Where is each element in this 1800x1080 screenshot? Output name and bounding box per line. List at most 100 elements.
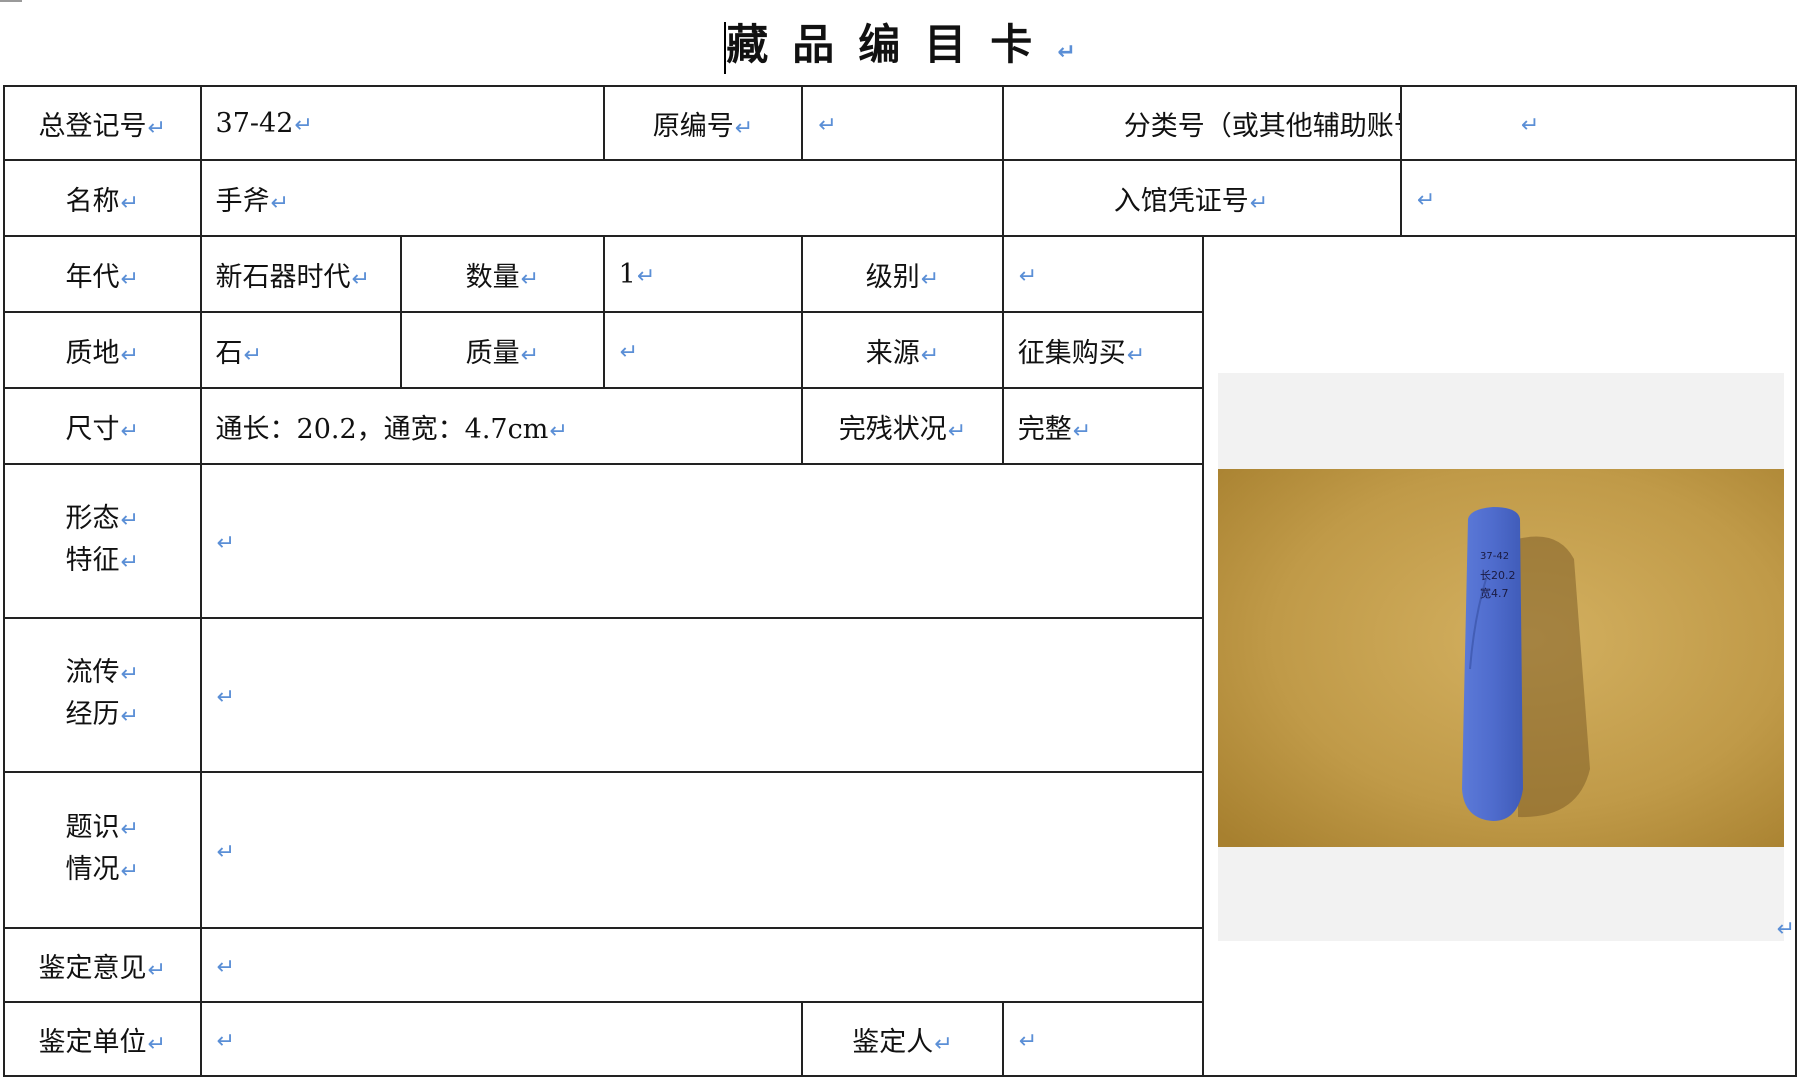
appraisal-unit-label: 鉴定单位	[38, 1026, 147, 1058]
condition-value-cell[interactable]: 完整↵	[1001, 387, 1205, 465]
return-mark: ↵	[549, 418, 568, 444]
appraisal-opinion-value-cell[interactable]: ↵	[199, 927, 1205, 1003]
table-row: 总登记号↵ 37-42↵ 原编号↵ ↵ 分类号（或其他辅助账号）↵ ↵	[3, 85, 1798, 161]
return-mark: ↵	[120, 662, 139, 687]
appraiser-label-cell: 鉴定人↵	[801, 1001, 1004, 1077]
return-mark: ↵	[520, 266, 540, 292]
table-row: 年代↵ 新石器时代↵ 数量↵ 1↵ 级别↵ ↵ 37-42 长20.2 宽4.7…	[3, 235, 1797, 1077]
page-corner-marker	[0, 0, 22, 2]
return-mark: ↵	[1018, 1028, 1038, 1054]
quantity-value: 1	[618, 258, 636, 290]
return-mark: ↵	[636, 263, 656, 289]
return-mark: ↵	[1520, 112, 1540, 138]
return-mark: ↵	[1072, 418, 1092, 444]
return-mark: ↵	[216, 839, 235, 865]
quantity-value-cell[interactable]: 1↵	[602, 235, 804, 313]
provenance-label-cell: 流传↵ 经历↵	[3, 617, 202, 773]
material-label: 质地	[65, 337, 120, 369]
return-mark: ↵	[734, 115, 754, 141]
size-label-cell: 尺寸↵	[3, 387, 202, 465]
material-label-cell: 质地↵	[3, 311, 202, 389]
return-mark: ↵	[243, 342, 262, 368]
return-mark: ↵	[216, 530, 235, 556]
morphology-label-line2: 特征	[65, 545, 120, 576]
title-text: 藏品编目卡	[726, 20, 1057, 69]
grade-label: 级别	[865, 261, 920, 293]
return-mark: ↵	[1776, 917, 1795, 942]
material-value-cell[interactable]: 石↵	[199, 311, 403, 389]
weight-label: 质量	[465, 337, 520, 369]
return-mark: ↵	[818, 112, 837, 138]
return-mark: ↵	[920, 342, 940, 368]
quantity-label-cell: 数量↵	[400, 235, 605, 313]
inscription-line-2: 长20.2	[1480, 569, 1516, 582]
inscriptions-value-cell[interactable]: ↵	[199, 771, 1205, 929]
return-mark: ↵	[120, 342, 139, 368]
artifact-photo-frame: 37-42 长20.2 宽4.7	[1218, 373, 1785, 941]
entry-voucher-label-cell: 入馆凭证号↵	[1001, 159, 1402, 237]
provenance-value-cell[interactable]: ↵	[199, 617, 1205, 773]
weight-value-cell[interactable]: ↵	[602, 311, 804, 389]
era-value-cell[interactable]: 新石器时代↵	[199, 235, 403, 313]
inscription-line-3: 宽4.7	[1480, 586, 1509, 600]
grade-label-cell: 级别↵	[801, 235, 1004, 313]
return-mark: ↵	[947, 418, 967, 444]
artifact-photo: 37-42 长20.2 宽4.7	[1218, 469, 1785, 847]
return-mark: ↵	[270, 190, 289, 216]
return-mark: ↵	[351, 266, 370, 292]
classification-no-label-cell: 分类号（或其他辅助账号）↵	[1001, 85, 1402, 161]
page-title: 藏品编目卡↵	[0, 14, 1800, 84]
morphology-value-cell[interactable]: ↵	[199, 463, 1205, 619]
entry-voucher-value-cell[interactable]: ↵	[1399, 159, 1798, 237]
return-mark: ↵	[120, 704, 139, 729]
appraiser-value-cell[interactable]: ↵	[1001, 1001, 1205, 1077]
return-mark: ↵	[1249, 190, 1269, 216]
return-mark: ↵	[147, 115, 166, 141]
entry-voucher-label: 入馆凭证号	[1113, 185, 1249, 217]
return-mark: ↵	[216, 1028, 235, 1054]
name-value-cell[interactable]: 手斧↵	[199, 159, 1004, 237]
source-value-cell[interactable]: 征集购买↵	[1001, 311, 1205, 389]
inscriptions-label-cell: 题识↵ 情况↵	[3, 771, 202, 929]
morphology-label-cell: 形态↵ 特征↵	[3, 463, 202, 619]
size-value-cell[interactable]: 通长：20.2，通宽：4.7cm↵	[199, 387, 804, 465]
original-no-value-cell[interactable]: ↵	[801, 85, 1004, 161]
return-mark: ↵	[120, 508, 139, 533]
inscriptions-label-line1: 题识	[65, 812, 120, 843]
return-mark: ↵	[520, 342, 540, 368]
photo-cell: 37-42 长20.2 宽4.7 ↵	[1202, 235, 1797, 1077]
return-mark: ↵	[120, 817, 139, 842]
condition-value: 完整	[1017, 413, 1072, 445]
classification-no-value-cell[interactable]: ↵	[1399, 85, 1798, 161]
size-value: 通长：20.2，通宽：4.7cm	[215, 413, 549, 445]
return-mark: ↵	[120, 418, 139, 444]
total-reg-no-value: 37-42	[215, 107, 294, 139]
original-no-label: 原编号	[652, 110, 734, 142]
weight-label-cell: 质量↵	[400, 311, 605, 389]
appraisal-unit-value-cell[interactable]: ↵	[199, 1001, 804, 1077]
appraisal-opinion-label-cell: 鉴定意见↵	[3, 927, 202, 1003]
name-label: 名称	[65, 185, 120, 217]
total-reg-no-value-cell[interactable]: 37-42↵	[199, 85, 605, 161]
return-mark: ↵	[216, 954, 235, 980]
condition-label: 完残状况	[838, 413, 947, 445]
return-mark: ↵	[216, 684, 235, 710]
return-mark: ↵	[120, 190, 139, 216]
return-mark: ↵	[1018, 263, 1038, 289]
return-mark: ↵	[1416, 187, 1436, 213]
source-value: 征集购买	[1017, 337, 1126, 369]
return-mark: ↵	[920, 266, 940, 292]
return-mark: ↵	[1126, 342, 1146, 368]
original-no-label-cell: 原编号↵	[602, 85, 804, 161]
provenance-label-line1: 流传	[65, 657, 120, 688]
grade-value-cell[interactable]: ↵	[1001, 235, 1205, 313]
source-label-cell: 来源↵	[801, 311, 1004, 389]
appraisal-opinion-label: 鉴定意见	[38, 952, 147, 984]
return-mark: ↵	[120, 859, 139, 884]
material-value: 石	[215, 337, 243, 369]
catalog-card-table: 总登记号↵ 37-42↵ 原编号↵ ↵ 分类号（或其他辅助账号）↵ ↵ 名称↵ …	[3, 85, 1798, 1077]
source-label: 来源	[865, 337, 920, 369]
table-row: 名称↵ 手斧↵ 入馆凭证号↵ ↵	[3, 159, 1798, 237]
condition-label-cell: 完残状况↵	[801, 387, 1004, 465]
inscriptions-label-line2: 情况	[65, 854, 120, 885]
